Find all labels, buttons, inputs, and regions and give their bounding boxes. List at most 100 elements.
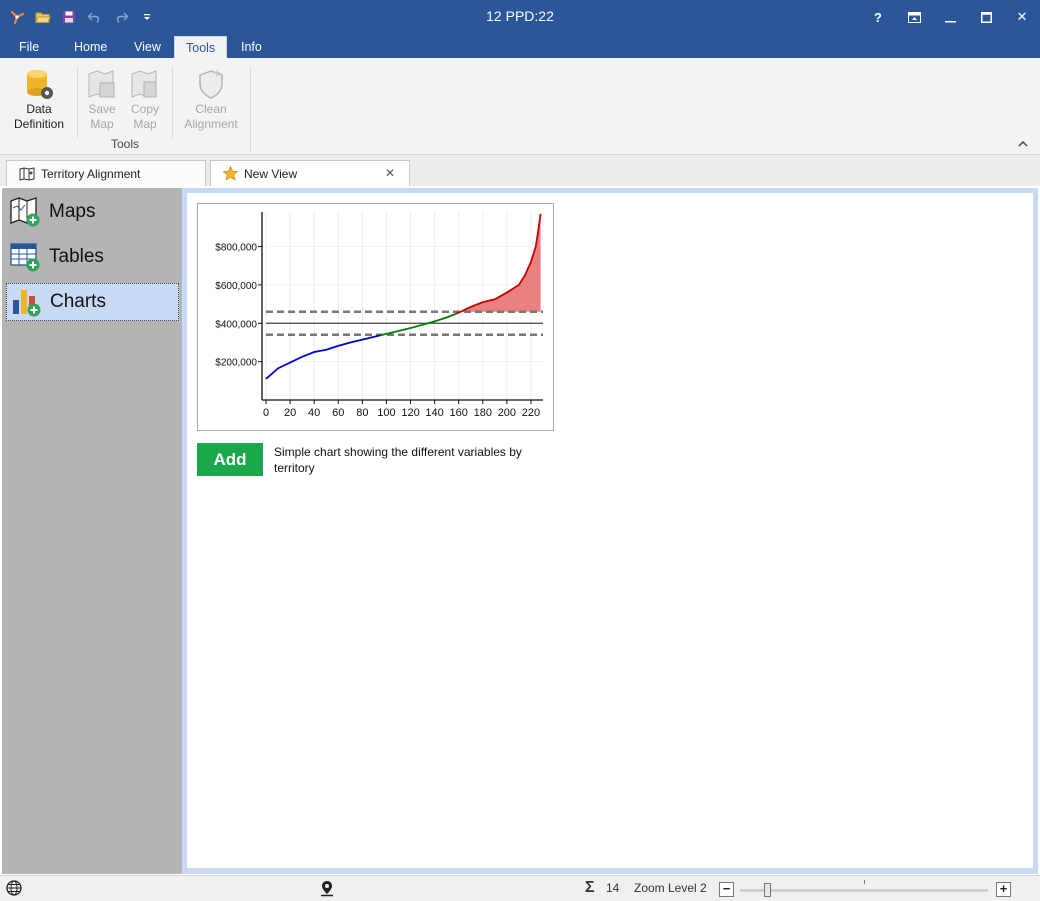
data-point [338, 345, 339, 346]
help-button[interactable]: ? [860, 0, 896, 34]
minimize-button[interactable] [932, 0, 968, 34]
data-point [398, 330, 399, 331]
data-point [458, 312, 459, 313]
content-area: Maps Tables Charts 0 20 40 60 80 100 120 140 160… [0, 186, 1040, 875]
x-tick-label: 40 [308, 407, 320, 419]
globe-icon[interactable] [6, 880, 22, 899]
data-point [326, 349, 327, 350]
ribbon-display-icon [907, 11, 921, 23]
sidebar: Maps Tables Charts [2, 188, 182, 874]
doc-tab-territory-alignment[interactable]: Territory Alignment [6, 160, 206, 186]
save-map-label: Save [88, 102, 116, 116]
x-tick-label: 120 [401, 407, 419, 419]
clean-alignment-label: Clean [195, 102, 227, 116]
data-point [362, 339, 363, 340]
copy-map-label-2: Map [133, 117, 157, 131]
ribbon-separator [77, 66, 78, 138]
chart-gallery: 0 20 40 60 80 100 120 140 160 180 200 220 $200,000 $4… [187, 193, 1033, 868]
tab-info[interactable]: Info [230, 36, 273, 58]
location-pin-icon[interactable] [319, 880, 335, 900]
tab-view[interactable]: View [123, 36, 172, 58]
ribbon-tabs: File Home View Tools Info [0, 34, 1040, 58]
copy-map-icon [126, 66, 164, 102]
data-point [350, 342, 351, 343]
data-point [314, 351, 315, 352]
data-definition-label-2: Definition [13, 117, 65, 131]
save-map-button[interactable]: Save Map [84, 66, 120, 132]
restore-ribbon-button[interactable] [896, 0, 932, 34]
series-line-1 [265, 334, 381, 380]
series-line-2 [380, 312, 457, 337]
document-tabs: Territory Alignment New View ✕ [0, 155, 1040, 186]
data-point [265, 378, 266, 379]
sidebar-item-label: Charts [50, 291, 106, 312]
data-point [482, 302, 483, 303]
minimize-icon [944, 20, 956, 22]
data-point [506, 292, 507, 293]
collapse-ribbon-button[interactable] [1018, 138, 1028, 150]
maximize-button[interactable] [968, 0, 1004, 34]
title-bar: 12 PPD:22 ? ✕ [0, 0, 1040, 34]
zoom-out-button[interactable]: − [719, 882, 734, 897]
clean-alignment-button[interactable]: Clean Alignment [180, 66, 242, 132]
sidebar-item-tables[interactable]: Tables [6, 238, 179, 276]
add-chart-icon [13, 290, 41, 317]
zoom-in-button[interactable]: + [996, 882, 1011, 897]
save-map-icon [84, 66, 120, 102]
copy-map-button[interactable]: Copy Map [126, 66, 164, 132]
x-tick-label: 60 [332, 407, 344, 419]
x-tick-label: 160 [450, 407, 468, 419]
x-tick-label: 180 [474, 407, 492, 419]
data-point [410, 327, 411, 328]
data-definition-button[interactable]: Data Definition [8, 66, 70, 132]
data-point [289, 362, 290, 363]
star-icon [223, 166, 238, 181]
x-tick-label: 0 [263, 407, 269, 419]
ribbon-separator [172, 66, 173, 138]
data-point [470, 306, 471, 307]
zoom-slider-track[interactable] [740, 889, 988, 892]
sidebar-item-label: Maps [49, 201, 96, 222]
close-tab-icon[interactable]: ✕ [385, 166, 395, 180]
data-point [540, 213, 541, 214]
zoom-slider-tick [864, 880, 865, 884]
save-map-label-2: Map [90, 117, 114, 131]
close-button[interactable]: ✕ [1004, 0, 1040, 34]
data-point [530, 261, 531, 262]
x-tick-label: 200 [498, 407, 516, 419]
add-chart-button[interactable]: Add [197, 443, 263, 476]
shield-sparkle-icon [180, 66, 242, 102]
data-point [422, 324, 423, 325]
sidebar-item-charts[interactable]: Charts [6, 283, 179, 321]
doc-tab-new-view[interactable]: New View ✕ [210, 160, 410, 186]
doc-tab-label: Territory Alignment [41, 166, 141, 181]
database-gear-icon [8, 66, 70, 102]
add-table-icon [10, 243, 40, 272]
main-panel: 0 20 40 60 80 100 120 140 160 180 200 220 $200,000 $4… [182, 188, 1038, 874]
y-tick-label: $200,000 [215, 358, 257, 369]
count-value: 14 [606, 881, 620, 895]
tab-tools[interactable]: Tools [174, 36, 228, 58]
x-tick-label: 100 [377, 407, 395, 419]
data-point [446, 317, 447, 318]
zoom-level-label: Zoom Level 2 [634, 881, 707, 895]
y-tick-label: $800,000 [215, 243, 257, 254]
data-point [538, 231, 539, 232]
y-tick-label: $400,000 [215, 319, 257, 330]
tab-home[interactable]: Home [63, 36, 118, 58]
clean-alignment-label-2: Alignment [184, 117, 238, 131]
tab-file[interactable]: File [8, 36, 50, 58]
ribbon-group-label: Tools [110, 137, 139, 151]
chevron-up-icon [1018, 140, 1028, 147]
chart-thumbnail[interactable]: 0 20 40 60 80 100 120 140 160 180 200 220 $200,000 $4… [197, 203, 554, 431]
ribbon-tools-panel: Data Definition Save Map Copy Map Clean … [0, 58, 1040, 155]
status-bar: Σ 14 Zoom Level 2 − + [0, 875, 1040, 901]
x-tick-label: 220 [522, 407, 540, 419]
zoom-slider-thumb[interactable] [764, 883, 772, 897]
map-icon [19, 166, 35, 181]
sidebar-item-maps[interactable]: Maps [6, 193, 179, 231]
x-tick-label: 80 [356, 407, 368, 419]
x-tick-label: 140 [425, 407, 443, 419]
window-controls: ? ✕ [860, 0, 1040, 34]
data-point [535, 246, 536, 247]
